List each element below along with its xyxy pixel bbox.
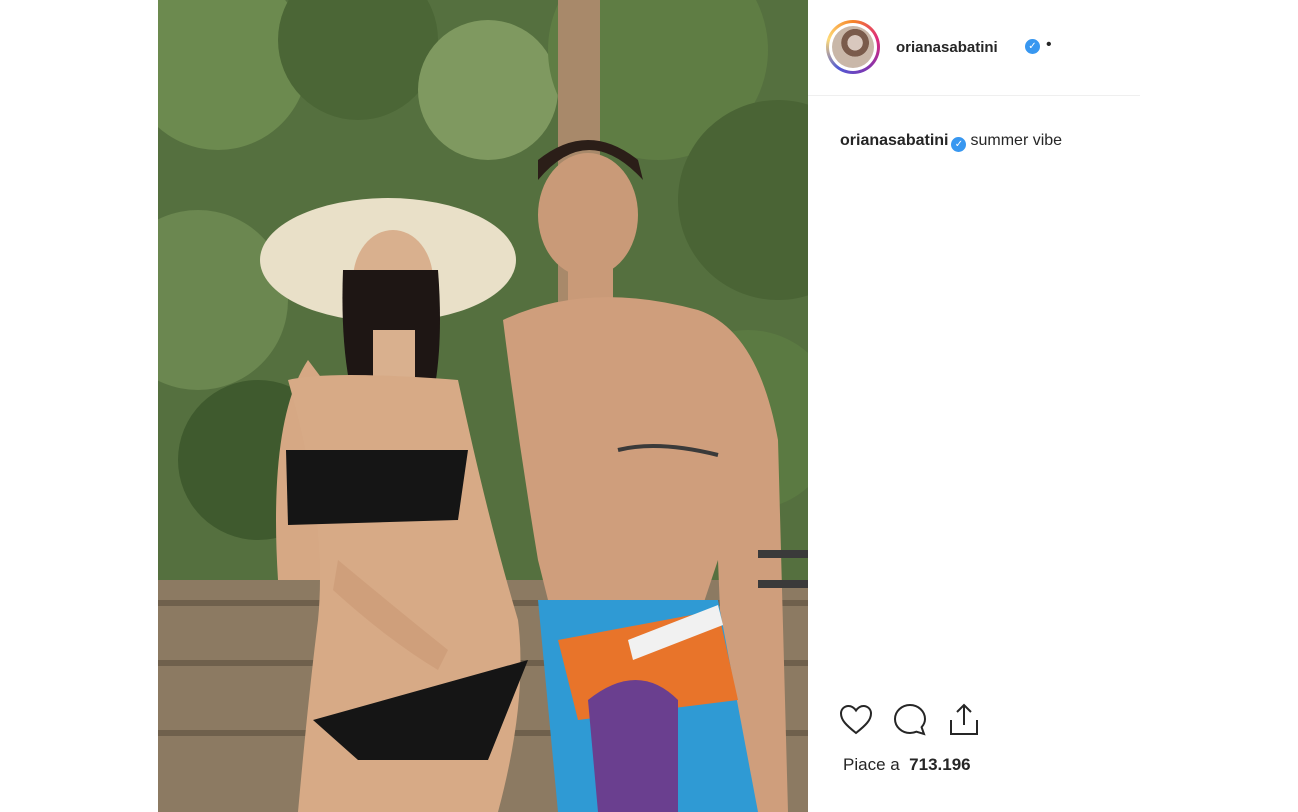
share-icon[interactable] (946, 702, 982, 738)
header-username[interactable]: orianasabatini (896, 39, 998, 56)
post-header: orianasabatini ✓ • (808, 0, 1140, 96)
verified-badge-icon: ✓ (1025, 39, 1040, 54)
caption-text: summer vibe (970, 132, 1063, 149)
avatar[interactable] (826, 20, 880, 74)
action-bar (838, 702, 1038, 742)
heart-icon[interactable] (838, 702, 874, 738)
instagram-post: orianasabatini ✓ • orianasabatini ✓ summer… (0, 0, 1298, 812)
likes-summary[interactable]: Piace a 713.196 (843, 755, 971, 775)
post-photo-illustration (158, 0, 808, 812)
caption-username[interactable]: orianasabatini (840, 132, 948, 149)
post-caption: orianasabatini ✓ summer vibe (840, 132, 1062, 152)
avatar-image (832, 26, 874, 68)
likes-count: 713.196 (909, 755, 971, 774)
header-separator: • (1046, 36, 1052, 53)
avatar-frame (829, 23, 877, 71)
likes-label: Piace a (843, 755, 900, 774)
comment-icon[interactable] (892, 702, 928, 738)
post-sidebar: orianasabatini ✓ • orianasabatini ✓ summer… (808, 0, 1140, 812)
verified-badge-icon: ✓ (951, 137, 967, 152)
post-photo[interactable] (158, 0, 808, 812)
